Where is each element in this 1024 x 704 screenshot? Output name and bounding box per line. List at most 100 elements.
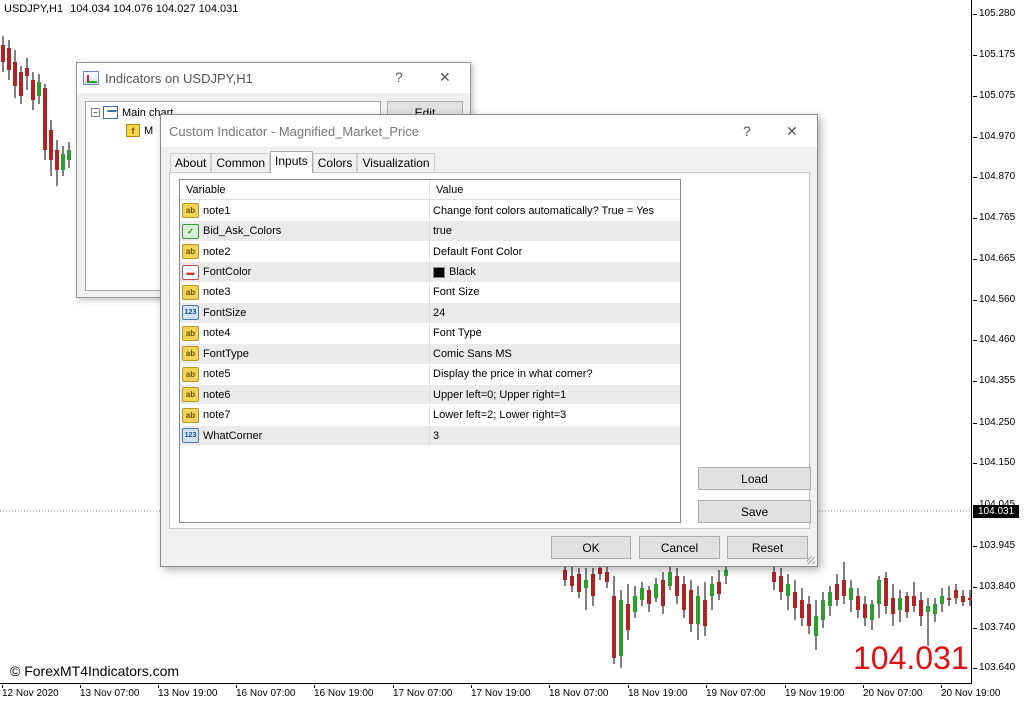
candle-body [61,154,65,170]
load-button[interactable]: Load [698,467,811,490]
tab-bar: About Common Inputs Colors Visualization [170,151,435,173]
candle-body [884,578,888,606]
table-row[interactable]: ab note4 Font Type [180,323,680,345]
candle-body [849,588,853,600]
table-row[interactable]: 123 WhatCorner 3 [180,425,680,447]
cancel-button[interactable]: Cancel [639,536,720,559]
variable-cell: ab note4 [180,323,430,344]
price-tick [973,423,977,424]
price-tick-label: 104.460 [979,334,1016,345]
value-cell[interactable]: Black [430,266,680,278]
ok-button[interactable]: OK [551,536,631,559]
time-tick-label: 17 Nov 19:00 [471,688,531,699]
table-row[interactable]: ab note7 Lower left=2; Lower right=3 [180,405,680,426]
value-cell[interactable]: Comic Sans MS [430,348,680,360]
time-tick-label: 13 Nov 07:00 [80,688,140,699]
candle-body [37,82,41,96]
parameters-table[interactable]: Variable Value ab note1 Change font colors… [179,179,681,523]
text-param-icon: ab [182,325,199,341]
price-tick-label: 103.840 [979,581,1016,592]
variable-name: note1 [203,204,231,217]
table-row[interactable]: ab note1 Change font colors automatically?… [180,201,680,222]
price-tick [973,505,977,506]
value-cell[interactable]: Display the price in what corner? [430,368,680,380]
time-tick-label: 12 Nov 2020 [2,688,59,699]
price-tick-label: 103.945 [979,540,1016,551]
variable-name: note7 [203,409,231,422]
price-tick [973,137,977,138]
price-tick [973,55,977,56]
price-tick [973,177,977,178]
price-tick-label: 104.970 [979,131,1016,142]
candle-body [25,68,29,76]
custom-dialog-titlebar[interactable]: Custom Indicator - Magnified_Market_Pric… [161,115,817,147]
column-header-variable[interactable]: Variable [180,180,430,199]
candle-body [877,580,881,604]
candle-body [793,592,797,608]
variable-cell: ab note1 [180,201,430,221]
resize-grip-icon[interactable] [807,556,815,564]
value-cell[interactable]: Font Size [430,286,680,298]
indicators-dialog-titlebar[interactable]: Indicators on USDJPY,H1 ? ✕ [77,63,470,93]
table-row[interactable]: ab FontType Comic Sans MS [180,344,680,365]
value-cell[interactable]: 3 [430,430,680,442]
value-cell[interactable]: Lower left=2; Lower right=3 [430,409,680,421]
candle-body [584,580,588,588]
tab-colors[interactable]: Colors [312,153,358,173]
candle-body [43,88,47,150]
variable-name: note5 [203,368,231,381]
tab-about[interactable]: About [170,153,212,173]
value-cell[interactable]: Font Type [430,327,680,339]
time-tick-label: 16 Nov 19:00 [314,688,374,699]
tab-inputs[interactable]: Inputs [270,151,313,173]
candle-body [1,45,5,62]
time-tick-label: 20 Nov 19:00 [941,688,1001,699]
price-tick [973,587,977,588]
help-icon[interactable]: ? [395,69,403,85]
table-row[interactable]: ab note5 Display the price in what corner? [180,364,680,385]
value-cell[interactable]: true [430,225,680,237]
variable-name: note6 [203,388,231,401]
candle-body [675,576,679,596]
table-row[interactable]: ab note6 Upper left=0; Upper right=1 [180,385,680,406]
table-row[interactable]: 123 FontSize 24 [180,303,680,324]
value-cell[interactable]: Change font colors automatically? True =… [430,205,680,217]
time-tick-label: 19 Nov 19:00 [785,688,845,699]
text-param-icon: ab [182,244,199,260]
candle-body [55,150,59,170]
candle-body [870,604,874,620]
save-button[interactable]: Save [698,500,811,523]
table-row[interactable]: ab note2 Default Font Color [180,241,680,263]
price-tick [973,628,977,629]
collapse-icon[interactable]: − [91,108,100,117]
tab-visualization[interactable]: Visualization [357,153,435,173]
price-tick [973,340,977,341]
candle-body [842,580,846,596]
chart-quote: 104.034 104.076 104.027 104.031 [70,3,239,15]
close-icon[interactable]: ✕ [786,123,798,140]
candle-body [619,600,623,656]
tree-item-indicator[interactable]: f M [126,124,153,137]
tab-common[interactable]: Common [211,153,271,173]
table-row[interactable]: ab note3 Font Size [180,282,680,304]
help-icon[interactable]: ? [743,123,751,139]
color-swatch [433,266,445,278]
value-text: true [433,225,452,238]
variable-name: note2 [203,245,231,258]
table-row[interactable]: ✓ Bid_Ask_Colors true [180,221,680,242]
value-cell[interactable]: Upper left=0; Upper right=1 [430,389,680,401]
table-row[interactable]: ▬ FontColor Black [180,262,680,283]
text-param-icon: ab [182,407,199,423]
reset-button[interactable]: Reset [727,536,808,559]
value-text: Lower left=2; Lower right=3 [433,409,567,422]
price-tick-label: 103.740 [979,622,1016,633]
time-tick-label: 17 Nov 07:00 [393,688,453,699]
variable-name: FontColor [203,266,252,279]
value-cell[interactable]: Default Font Color [430,246,680,258]
indicators-dialog-title: Indicators on USDJPY,H1 [105,70,253,86]
column-header-value[interactable]: Value [430,180,680,199]
time-tick-label: 19 Nov 07:00 [706,688,766,699]
candle-body [689,590,693,624]
value-cell[interactable]: 24 [430,307,680,319]
close-icon[interactable]: ✕ [439,69,451,86]
